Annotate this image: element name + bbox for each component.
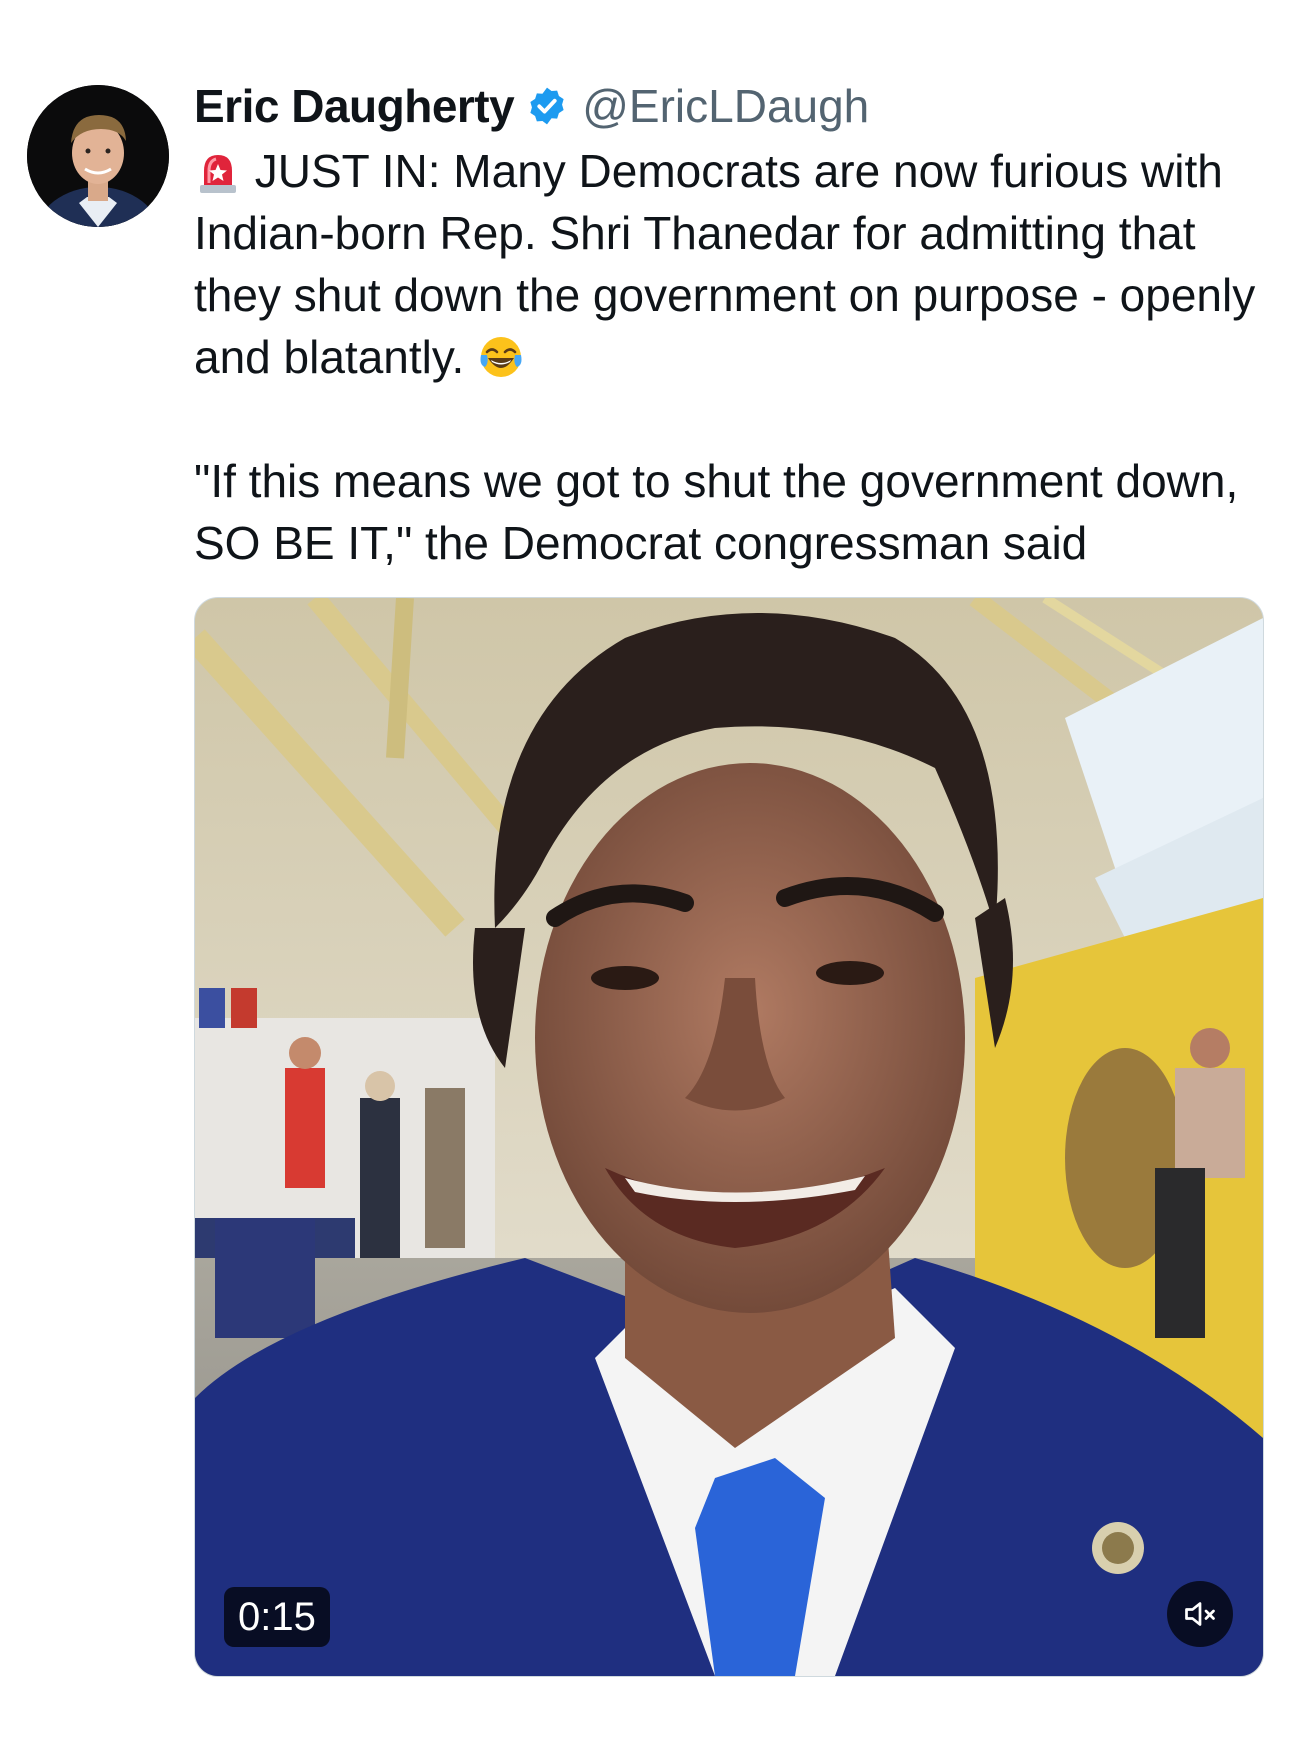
- tweet-header: Eric Daugherty @EricLDaugh: [194, 78, 869, 134]
- speaker-muted-icon: [1185, 1602, 1215, 1626]
- tweet-text: JUST IN: Many Democrats are now furious …: [194, 140, 1274, 574]
- mute-toggle-button[interactable]: [1167, 1581, 1233, 1647]
- author-display-name[interactable]: Eric Daugherty: [194, 79, 515, 133]
- tweet-paragraph-1: JUST IN: Many Democrats are now furious …: [194, 140, 1274, 388]
- face-with-tears-of-joy-icon: [477, 333, 525, 381]
- video-frame: [195, 598, 1263, 1676]
- avatar-photo: [27, 85, 169, 227]
- video-player[interactable]: 0:15: [194, 597, 1264, 1677]
- author-handle[interactable]: @EricLDaugh: [582, 79, 869, 133]
- video-duration-badge: 0:15: [224, 1587, 330, 1647]
- verified-badge-icon: [526, 85, 568, 127]
- avatar[interactable]: [27, 85, 169, 227]
- tweet-paragraph-1-text: JUST IN: Many Democrats are now furious …: [194, 145, 1256, 383]
- tweet-paragraph-2: "If this means we got to shut the govern…: [194, 455, 1239, 569]
- rotating-light-icon: [194, 147, 242, 195]
